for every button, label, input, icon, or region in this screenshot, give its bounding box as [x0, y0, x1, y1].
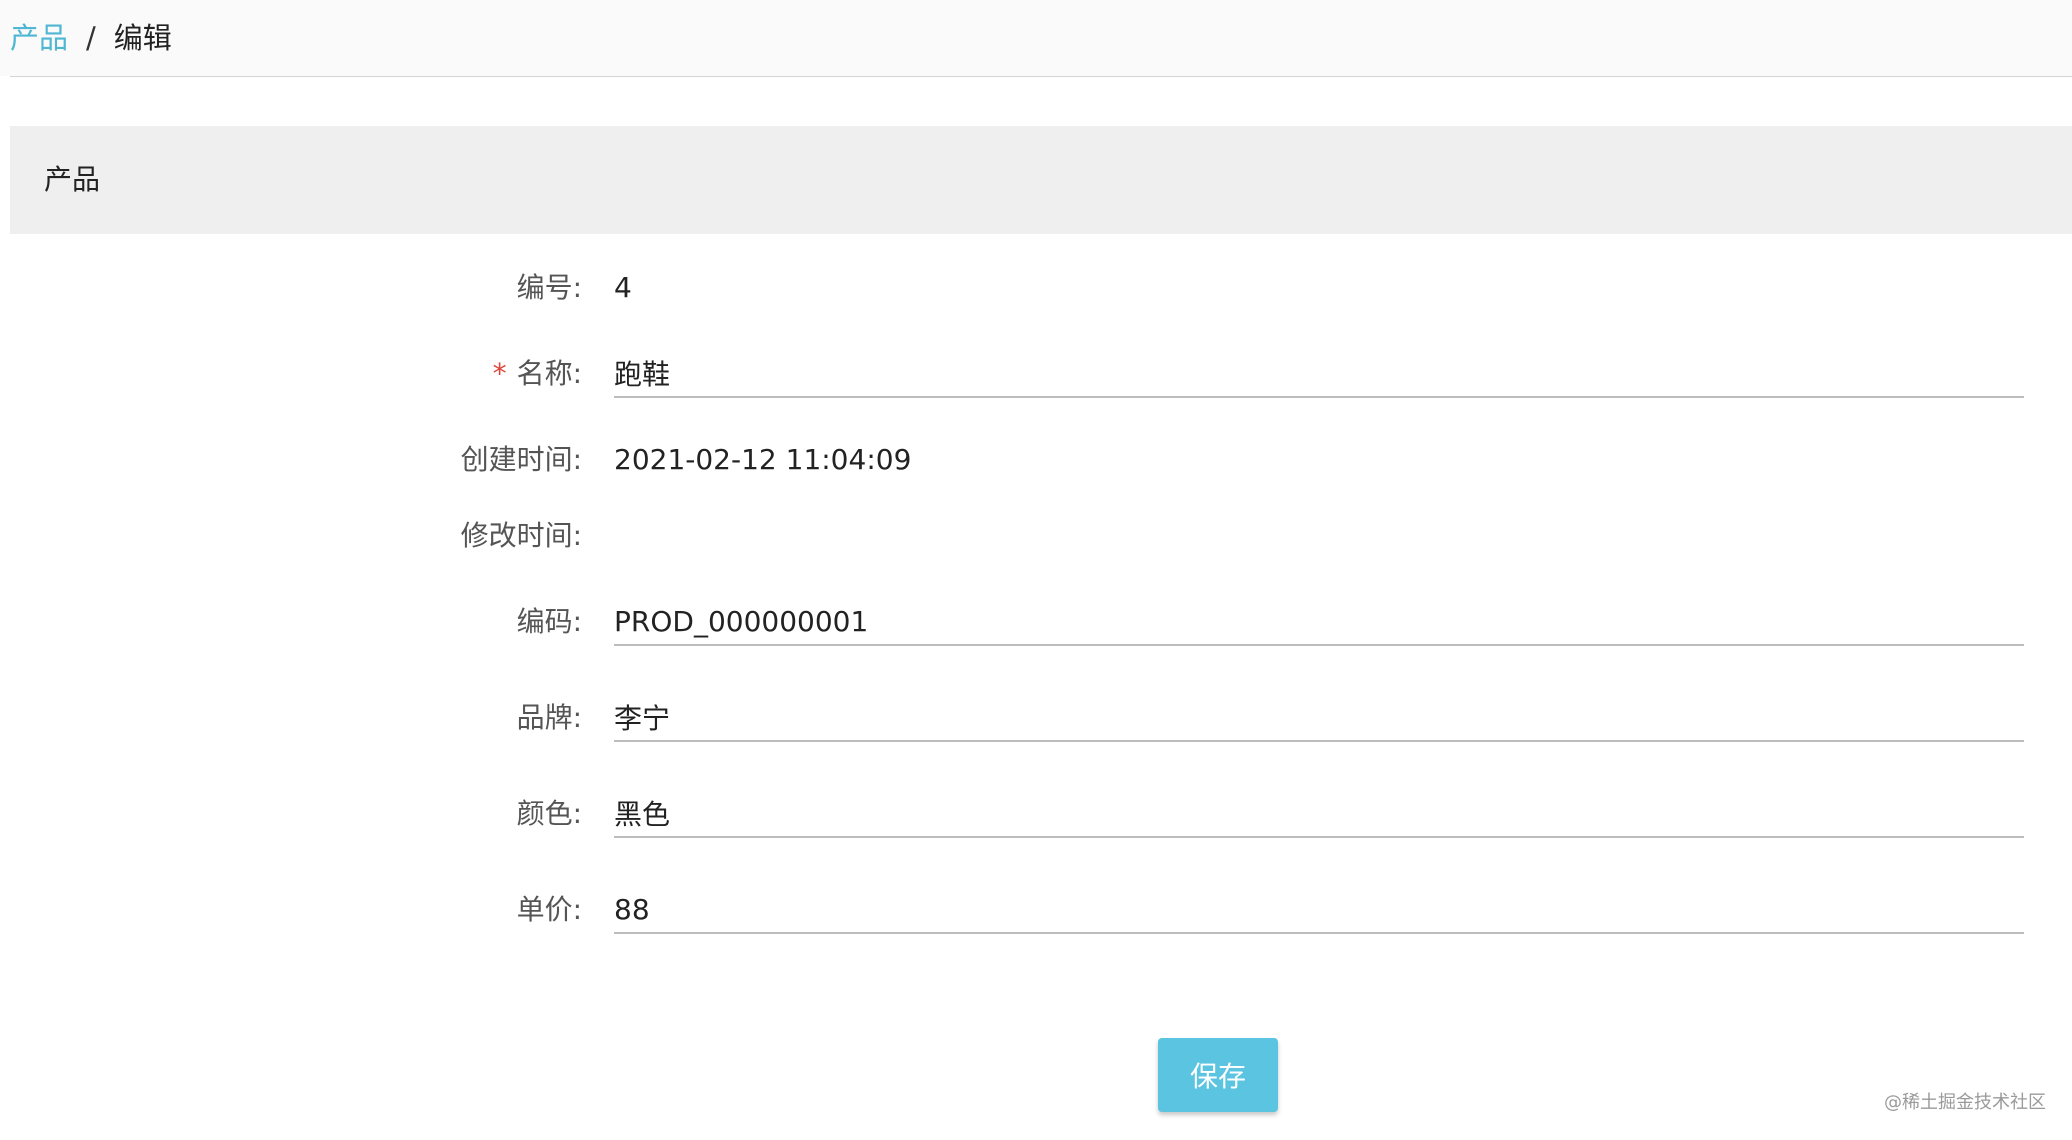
form-row-brand: 品牌: [0, 690, 2072, 750]
price-input[interactable] [614, 886, 2024, 934]
price-label: 单价: [516, 893, 582, 926]
section-title: 产品 [44, 163, 101, 196]
required-star: * [492, 357, 507, 390]
name-input[interactable] [614, 350, 2024, 398]
form-row-code: 编码: [0, 594, 2072, 654]
code-label: 编码: [516, 605, 582, 638]
name-label-wrapper: * 名称: [493, 354, 582, 394]
name-label: 名称: [516, 357, 582, 390]
breadcrumb-divider [10, 76, 2072, 77]
code-input[interactable] [614, 598, 2024, 646]
form-row-price: 单价: [0, 882, 2072, 942]
watermark: @稀土掘金技术社区 [1884, 1092, 2046, 1113]
form-row-name: * 名称: [0, 346, 2072, 406]
id-value: 4 [614, 271, 632, 304]
form-row-modified-at: 修改时间: [0, 508, 2072, 568]
breadcrumb-bar: 产品 / 编辑 [0, 0, 2072, 76]
form-row-created-at: 创建时间: 2021-02-12 11:04:09 [0, 432, 2072, 492]
form-row-id: 编号: 4 [0, 260, 2072, 320]
form-row-color: 颜色: [0, 786, 2072, 846]
breadcrumb: 产品 / 编辑 [10, 18, 172, 58]
section-header: 产品 [10, 126, 2072, 234]
color-input[interactable] [614, 790, 2024, 838]
brand-input[interactable] [614, 694, 2024, 742]
id-label: 编号: [516, 271, 582, 304]
page: 产品 / 编辑 产品 编号: 4 * 名称: 创建时间: 2021-02-12 1… [0, 0, 2072, 1140]
breadcrumb-link-products[interactable]: 产品 [10, 18, 68, 58]
created-at-value: 2021-02-12 11:04:09 [614, 443, 912, 476]
created-at-label: 创建时间: [460, 443, 582, 476]
modified-at-label: 修改时间: [460, 519, 582, 552]
save-button[interactable]: 保存 [1158, 1038, 1278, 1112]
breadcrumb-current: 编辑 [113, 21, 172, 55]
color-label: 颜色: [516, 797, 582, 830]
breadcrumb-separator: / [86, 21, 96, 55]
brand-label: 品牌: [516, 701, 582, 734]
